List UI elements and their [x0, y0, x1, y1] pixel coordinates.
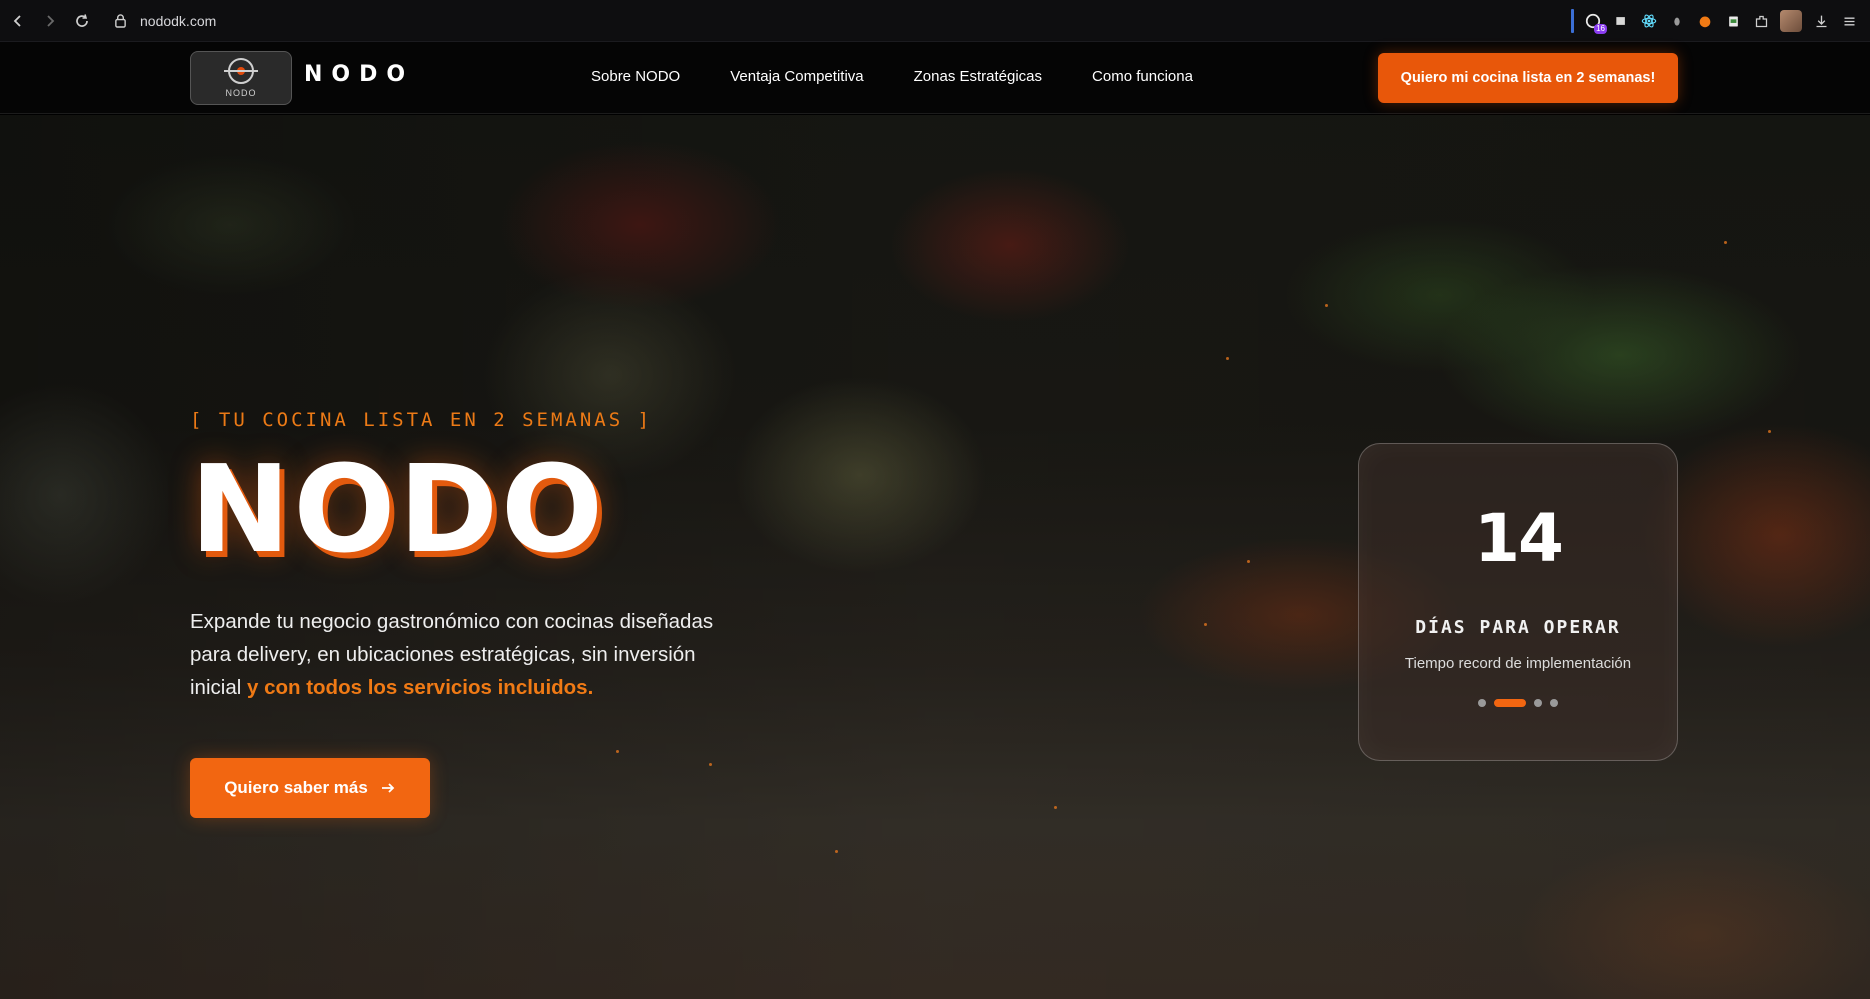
browser-toolbar: nododk.com 16: [0, 0, 1870, 42]
bug-extension-icon[interactable]: [1668, 12, 1686, 30]
extension-badge: 16: [1594, 24, 1607, 34]
forward-arrow-icon: [47, 14, 55, 27]
extensions-area: 16: [1571, 0, 1858, 42]
ember-particle: [835, 850, 838, 853]
carousel-dots: [1359, 699, 1677, 707]
toolbar-separator: [1571, 9, 1574, 33]
logo-mark-icon: [224, 58, 258, 84]
nav-item-ventaja-competitiva[interactable]: Ventaja Competitiva: [730, 68, 863, 85]
menu-icon[interactable]: [1840, 12, 1858, 30]
site-header: NODO NODO Sobre NODO Ventaja Competitiva…: [0, 42, 1870, 114]
stat-label: DÍAS PARA OPERAR: [1415, 617, 1621, 638]
stat-subtitle: Tiempo record de implementación: [1404, 655, 1632, 672]
address-bar[interactable]: nododk.com: [140, 13, 216, 29]
ember-particle: [1054, 806, 1057, 809]
hero-title: NODO: [190, 441, 607, 580]
ember-particle: [616, 750, 619, 753]
stat-number: 14: [1474, 500, 1564, 577]
back-button[interactable]: [4, 7, 32, 35]
forward-button[interactable]: [36, 7, 64, 35]
logo-text: NODO: [225, 88, 257, 98]
profile-avatar[interactable]: [1780, 10, 1802, 32]
ember-particle: [1226, 357, 1229, 360]
hero-description-accent: y con todos los servicios incluidos.: [246, 676, 594, 699]
react-devtools-icon[interactable]: [1640, 12, 1658, 30]
brand-name[interactable]: NODO: [304, 62, 414, 87]
extension-icon[interactable]: 16: [1584, 12, 1607, 34]
main-nav: Sobre NODO Ventaja Competitiva Zonas Est…: [591, 68, 1193, 85]
carousel-dot[interactable]: [1534, 699, 1542, 707]
ember-particle: [1724, 241, 1727, 244]
nav-item-zonas-estrategicas[interactable]: Zonas Estratégicas: [914, 68, 1042, 85]
learn-more-label: Quiero saber más: [224, 778, 368, 797]
rocket-extension-icon[interactable]: [1696, 12, 1714, 30]
document-extension-icon[interactable]: [1724, 12, 1742, 30]
ember-particle: [1325, 304, 1328, 307]
nav-item-sobre-nodo[interactable]: Sobre NODO: [591, 68, 680, 85]
hero-description: Expande tu negocio gastronómico con coci…: [190, 605, 750, 704]
extensions-puzzle-icon[interactable]: [1752, 12, 1770, 30]
carousel-dot[interactable]: [1550, 699, 1558, 707]
reload-button[interactable]: [68, 7, 96, 35]
ember-particle: [1768, 430, 1771, 433]
arrow-right-icon: [380, 780, 396, 796]
header-cta-button[interactable]: Quiero mi cocina lista en 2 semanas!: [1378, 53, 1678, 103]
nav-item-como-funciona[interactable]: Como funciona: [1092, 68, 1193, 85]
carousel-dot[interactable]: [1478, 699, 1486, 707]
download-icon[interactable]: [1812, 12, 1830, 30]
ember-particle: [1204, 623, 1207, 626]
carousel-dot-active[interactable]: [1494, 699, 1526, 707]
reload-icon: [76, 13, 88, 27]
ember-particle: [709, 763, 712, 766]
logo[interactable]: NODO: [190, 51, 292, 105]
lock-icon[interactable]: [114, 13, 128, 29]
stat-card: 14 DÍAS PARA OPERAR Tiempo record de imp…: [1358, 443, 1678, 761]
learn-more-button[interactable]: Quiero saber más: [190, 758, 430, 818]
puzzle-extension-icon[interactable]: [1612, 12, 1630, 30]
hero-eyebrow: [ TU COCINA LISTA EN 2 SEMANAS ]: [190, 409, 653, 431]
ember-particle: [1247, 560, 1250, 563]
back-arrow-icon: [13, 14, 21, 27]
hero-section: [ TU COCINA LISTA EN 2 SEMANAS ] NODO Ex…: [0, 115, 1870, 999]
